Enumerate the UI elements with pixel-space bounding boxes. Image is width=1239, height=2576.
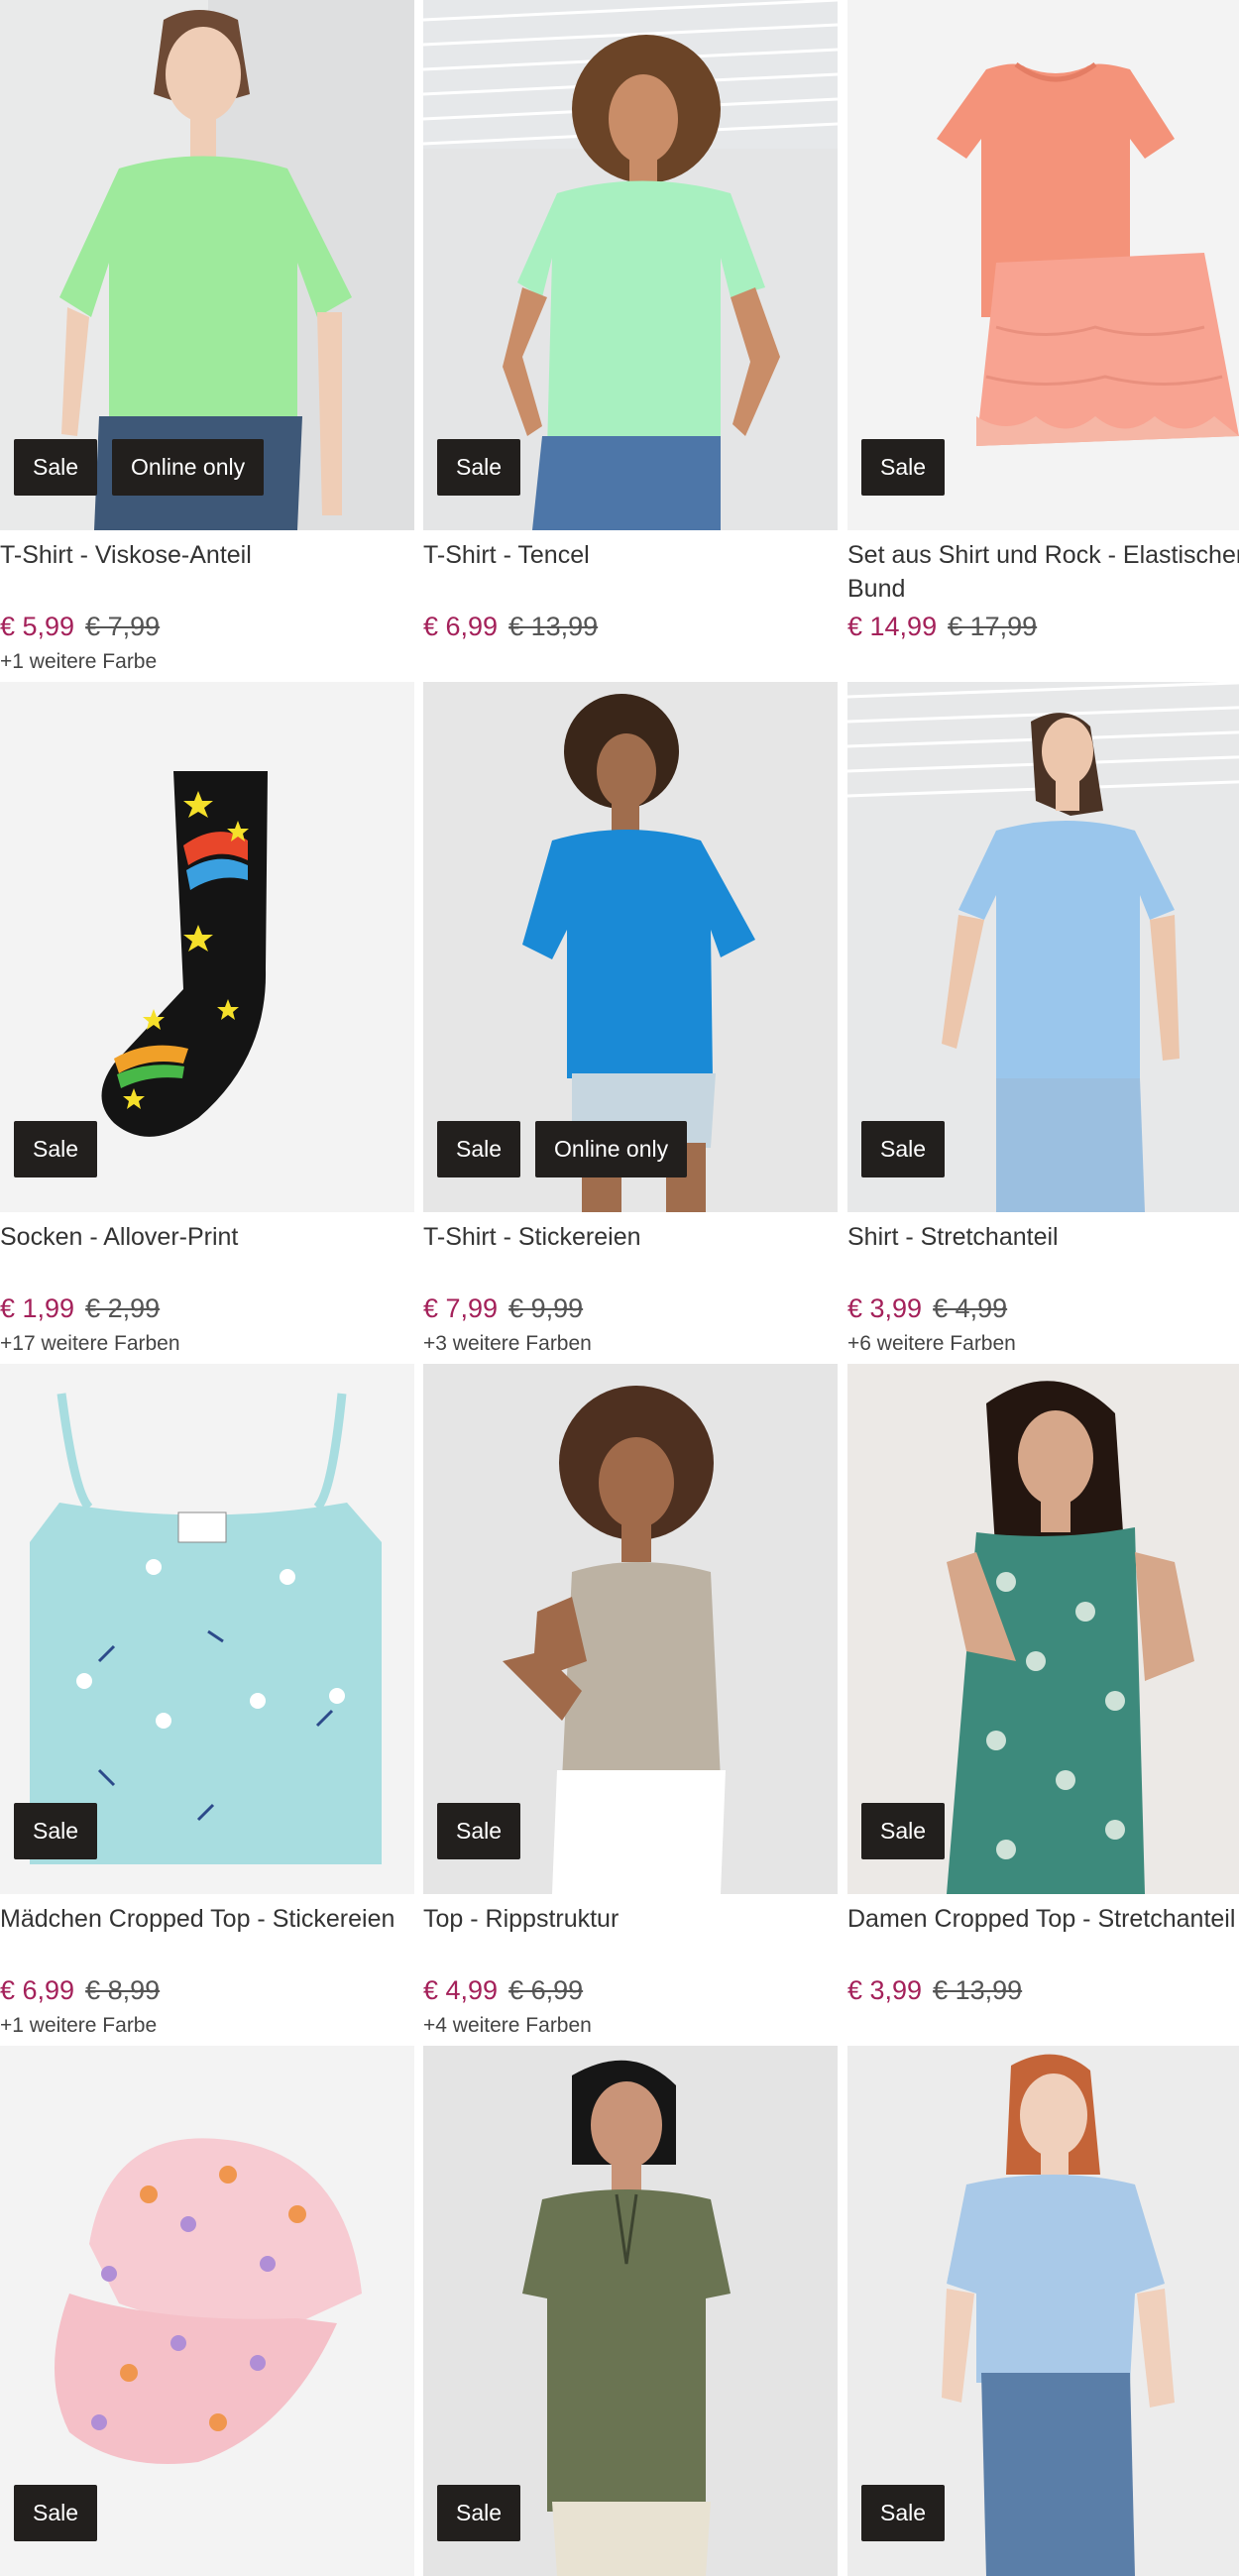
badge-group: Sale [14, 1803, 98, 1859]
product-image[interactable]: Sale [0, 1364, 414, 1894]
product-card[interactable]: Sale T-Shirt - Tencel € 6,99 € 13,99 [423, 0, 838, 682]
product-card[interactable]: Sale Socken - Allover-Print € 1,99 € 2,99… [0, 682, 414, 1364]
product-image[interactable]: Sale [0, 2046, 414, 2576]
product-image[interactable]: Sale [423, 2046, 838, 2576]
original-price: € 2,99 [85, 1293, 161, 1323]
product-image[interactable]: Sale Online only [423, 682, 838, 1212]
product-title[interactable]: Set aus Shirt und Rock - Elastischer Bun… [847, 538, 1239, 606]
sale-badge: Sale [14, 1121, 98, 1177]
price-row: € 4,99 € 6,99 [423, 1973, 583, 2007]
original-price: € 9,99 [508, 1293, 584, 1323]
product-title[interactable]: T-Shirt - Viskose-Anteil [0, 538, 406, 572]
product-title[interactable]: T-Shirt - Stickereien [423, 1220, 830, 1254]
product-card[interactable]: Sale Top - Rippstruktur € 4,99 € 6,99 +4 … [423, 1364, 838, 2046]
product-image[interactable]: Sale [423, 1364, 838, 1894]
original-price: € 7,99 [85, 612, 161, 641]
price-row: € 6,99 € 8,99 [0, 1973, 160, 2007]
badge-group: Sale [437, 2485, 521, 2541]
more-colors-link[interactable]: +17 weitere Farben [0, 1330, 180, 1358]
sale-badge: Sale [437, 2485, 521, 2541]
original-price: € 13,99 [933, 1975, 1023, 2005]
product-grid: Sale Online only T-Shirt - Viskose-Antei… [0, 0, 1239, 2576]
price-row: € 6,99 € 13,99 [423, 610, 598, 643]
badge-group: Sale [861, 1803, 946, 1859]
product-image[interactable]: Sale [423, 0, 838, 530]
sale-badge: Sale [14, 2485, 98, 2541]
product-card[interactable]: Sale Online only T-Shirt - Viskose-Antei… [0, 0, 414, 682]
badge-group: Sale [14, 1121, 98, 1177]
original-price: € 6,99 [508, 1975, 584, 2005]
badge-group: Sale [861, 439, 946, 496]
sale-badge: Sale [861, 2485, 946, 2541]
sale-badge: Sale [861, 439, 946, 496]
product-card[interactable]: Sale [847, 2046, 1239, 2576]
badge-group: Sale [437, 1803, 521, 1859]
more-colors-link[interactable]: +1 weitere Farbe [0, 2012, 157, 2040]
product-title[interactable]: Shirt - Stretchanteil [847, 1220, 1239, 1254]
original-price: € 4,99 [933, 1293, 1008, 1323]
product-image[interactable]: Sale [0, 682, 414, 1212]
more-colors-link[interactable]: +4 weitere Farben [423, 2012, 592, 2040]
sale-badge: Sale [14, 1803, 98, 1859]
product-image[interactable]: Sale [847, 0, 1239, 530]
price-row: € 7,99 € 9,99 [423, 1291, 583, 1325]
product-title[interactable]: Top - Rippstruktur [423, 1902, 830, 1936]
sale-price: € 1,99 [0, 1293, 75, 1323]
more-colors-link[interactable]: +1 weitere Farbe [0, 648, 157, 676]
original-price: € 17,99 [948, 612, 1038, 641]
sale-price: € 7,99 [423, 1293, 499, 1323]
product-card[interactable]: Sale Online only T-Shirt - Stickereien €… [423, 682, 838, 1364]
price-row: € 3,99 € 4,99 [847, 1291, 1007, 1325]
product-title[interactable]: Damen Cropped Top - Stretchanteil [847, 1902, 1239, 1936]
more-colors-link[interactable]: +6 weitere Farben [847, 1330, 1016, 1358]
price-row: € 14,99 € 17,99 [847, 610, 1037, 643]
product-image[interactable]: Sale [847, 2046, 1239, 2576]
product-title[interactable]: Socken - Allover-Print [0, 1220, 406, 1254]
product-image[interactable]: Sale Online only [0, 0, 414, 530]
badge-group: Sale [437, 439, 521, 496]
sale-price: € 6,99 [0, 1975, 75, 2005]
badge-group: Sale Online only [437, 1121, 688, 1177]
badge-group: Sale [861, 2485, 946, 2541]
product-card[interactable]: Sale Shirt - Stretchanteil € 3,99 € 4,99 … [847, 682, 1239, 1364]
product-card[interactable]: Sale Damen Cropped Top - Stretchanteil €… [847, 1364, 1239, 2046]
sale-badge: Sale [437, 1803, 521, 1859]
sale-badge: Sale [14, 439, 98, 496]
online-only-badge: Online only [535, 1121, 688, 1177]
sale-price: € 3,99 [847, 1293, 923, 1323]
sale-badge: Sale [437, 1121, 521, 1177]
original-price: € 13,99 [508, 612, 599, 641]
sale-badge: Sale [861, 1803, 946, 1859]
sale-price: € 6,99 [423, 612, 499, 641]
original-price: € 8,99 [85, 1975, 161, 2005]
price-row: € 1,99 € 2,99 [0, 1291, 160, 1325]
sale-price: € 4,99 [423, 1975, 499, 2005]
product-card[interactable]: Sale Mädchen Cropped Top - Stickereien €… [0, 1364, 414, 2046]
product-image[interactable]: Sale [847, 682, 1239, 1212]
more-colors-link[interactable]: +3 weitere Farben [423, 1330, 592, 1358]
sale-badge: Sale [861, 1121, 946, 1177]
product-card[interactable]: Sale Set aus Shirt und Rock - Elastische… [847, 0, 1239, 682]
price-row: € 3,99 € 13,99 [847, 1973, 1022, 2007]
product-title[interactable]: T-Shirt - Tencel [423, 538, 830, 572]
product-title[interactable]: Mädchen Cropped Top - Stickereien [0, 1902, 406, 1936]
product-image[interactable]: Sale [847, 1364, 1239, 1894]
sale-price: € 14,99 [847, 612, 938, 641]
sale-badge: Sale [437, 439, 521, 496]
badge-group: Sale [14, 2485, 98, 2541]
online-only-badge: Online only [112, 439, 265, 496]
product-card[interactable]: Sale [0, 2046, 414, 2576]
badge-group: Sale Online only [14, 439, 265, 496]
badge-group: Sale [861, 1121, 946, 1177]
price-row: € 5,99 € 7,99 [0, 610, 160, 643]
product-card[interactable]: Sale [423, 2046, 838, 2576]
sale-price: € 5,99 [0, 612, 75, 641]
sale-price: € 3,99 [847, 1975, 923, 2005]
